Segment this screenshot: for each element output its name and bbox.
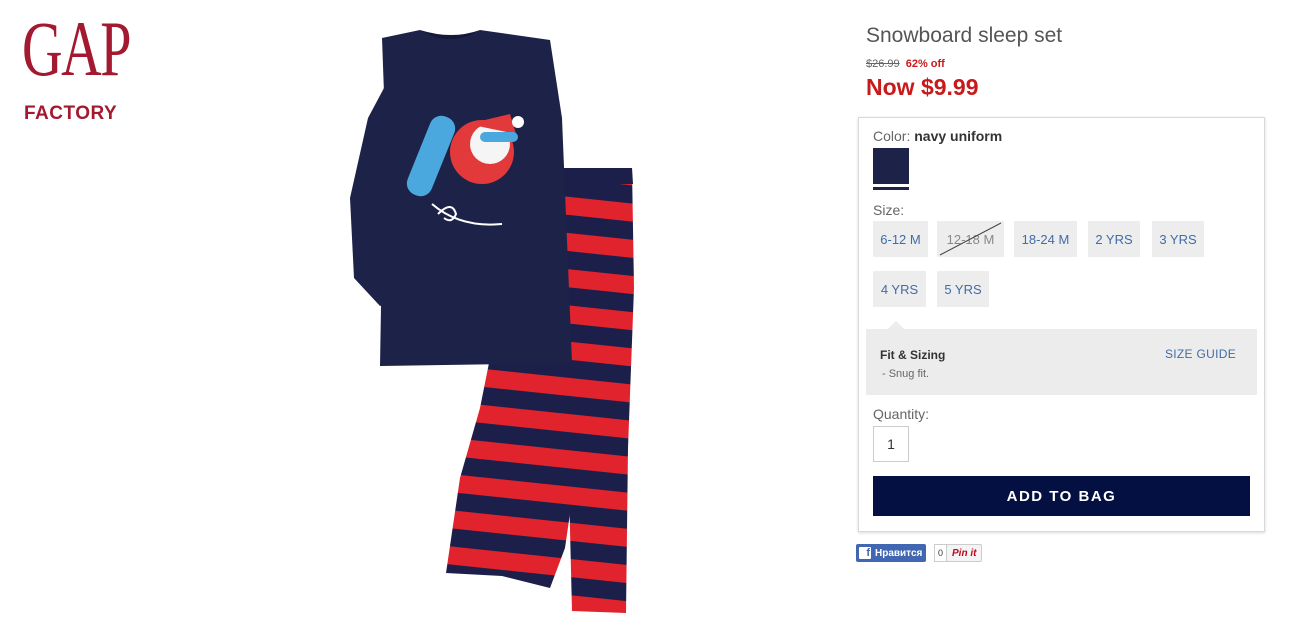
unavailable-strike-icon (939, 222, 1002, 256)
facebook-like-label: Нравится (875, 547, 923, 559)
size-option-label: 2 YRS (1095, 231, 1133, 247)
sale-price: Now $9.99 (866, 74, 979, 100)
product-title: Snowboard sleep set (866, 24, 1063, 47)
original-price: $26.99 (866, 58, 900, 70)
price-line: $26.99 62% off (866, 58, 945, 70)
facebook-icon: f (859, 547, 871, 559)
size-option-label: 4 YRS (880, 281, 919, 297)
brand-logo[interactable]: GAP FACTORY (22, 6, 142, 126)
discount-badge: 62% off (905, 58, 945, 70)
fit-note: - Snug fit. (882, 368, 930, 380)
brand-logo-gap: GAP (22, 5, 131, 92)
product-image (340, 28, 640, 618)
size-guide-link[interactable]: SIZE GUIDE (1165, 347, 1236, 361)
size-option-12-18m[interactable]: 12-18 M (937, 221, 1004, 257)
size-option-label: 3 YRS (1159, 231, 1197, 247)
swatch-selected-indicator (873, 187, 909, 190)
fit-box-notch (888, 321, 904, 329)
pinterest-button[interactable]: Pin it (946, 544, 983, 562)
size-option-label: 5 YRS (944, 281, 982, 297)
quantity-input[interactable] (873, 426, 909, 462)
size-option-3yrs[interactable]: 3 YRS (1152, 221, 1204, 257)
purchase-panel: Color: navy uniform Size: 6-12 M 12-18 M… (858, 117, 1265, 532)
size-option-18-24m[interactable]: 18-24 M (1014, 221, 1077, 257)
size-label: Size: (873, 202, 905, 218)
size-option-6-12m[interactable]: 6-12 M (873, 221, 928, 257)
facebook-like-button[interactable]: f Нравится (856, 544, 927, 562)
color-swatch-navy[interactable] (873, 148, 909, 184)
size-option-4yrs[interactable]: 4 YRS (873, 271, 926, 307)
add-to-bag-button[interactable]: ADD TO BAG (873, 476, 1250, 516)
fit-sizing-box: Fit & Sizing - Snug fit. SIZE GUIDE (866, 321, 1257, 395)
fit-sizing-title: Fit & Sizing (880, 348, 946, 362)
size-option-label: 6-12 M (880, 231, 921, 247)
color-value: navy uniform (914, 128, 1003, 144)
size-option-2yrs[interactable]: 2 YRS (1088, 221, 1140, 257)
size-option-label: 18-24 M (1021, 231, 1070, 247)
brand-logo-factory: FACTORY (24, 103, 118, 124)
color-label-text: Color: (873, 128, 911, 144)
quantity-label: Quantity: (873, 406, 930, 422)
color-label: Color: navy uniform (873, 128, 1002, 144)
size-option-5yrs[interactable]: 5 YRS (937, 271, 989, 307)
